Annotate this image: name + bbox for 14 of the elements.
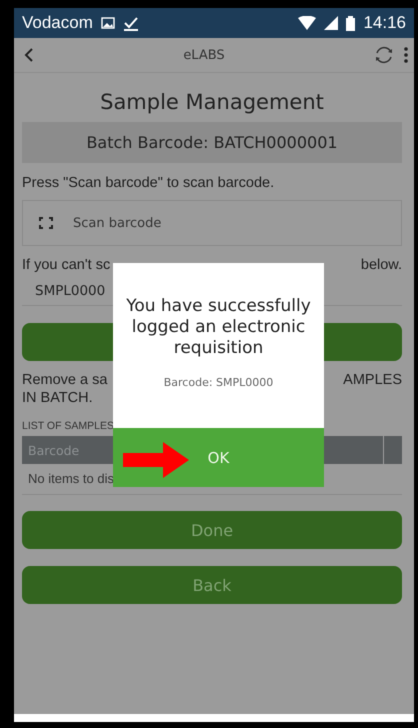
manual-entry-hint: below. [360,257,402,273]
remove-sample-hint: Remove a sa [22,372,108,388]
scan-hint: Press "Scan barcode" to scan barcode. [22,175,276,191]
app-title: eLABS [183,48,225,62]
page-title: Sample Management [99,90,325,114]
remove-sample-hint: AMPLES [343,372,402,388]
dialog-message: You have successfully logged an electronic requisition [125,296,312,359]
batch-barcode-label: Batch Barcode: BATCH0000001 [22,122,402,163]
dialog-detail: Barcode: SMPL0000 [164,376,274,389]
manual-entry-hint: If you can't sc [22,257,110,273]
list-label: LIST OF SAMPLES [22,420,116,432]
carrier-name: Vodacom [22,13,93,33]
remove-sample-hint: IN BATCH. [22,390,94,406]
clock-time: 14:16 [363,13,406,33]
